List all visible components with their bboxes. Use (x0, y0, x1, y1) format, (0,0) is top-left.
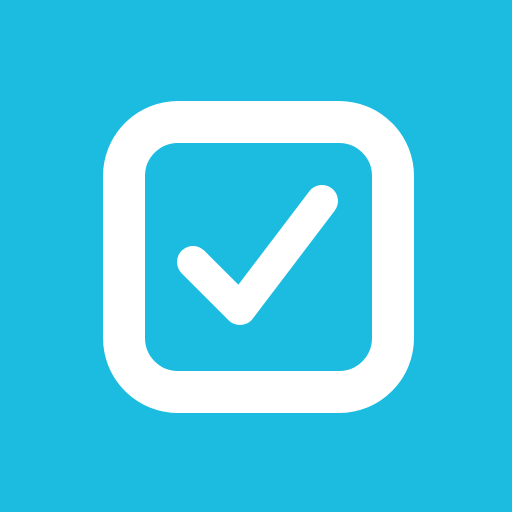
app-icon (0, 0, 512, 512)
checkbox-checked-icon (0, 0, 512, 512)
icon-background (0, 0, 512, 512)
